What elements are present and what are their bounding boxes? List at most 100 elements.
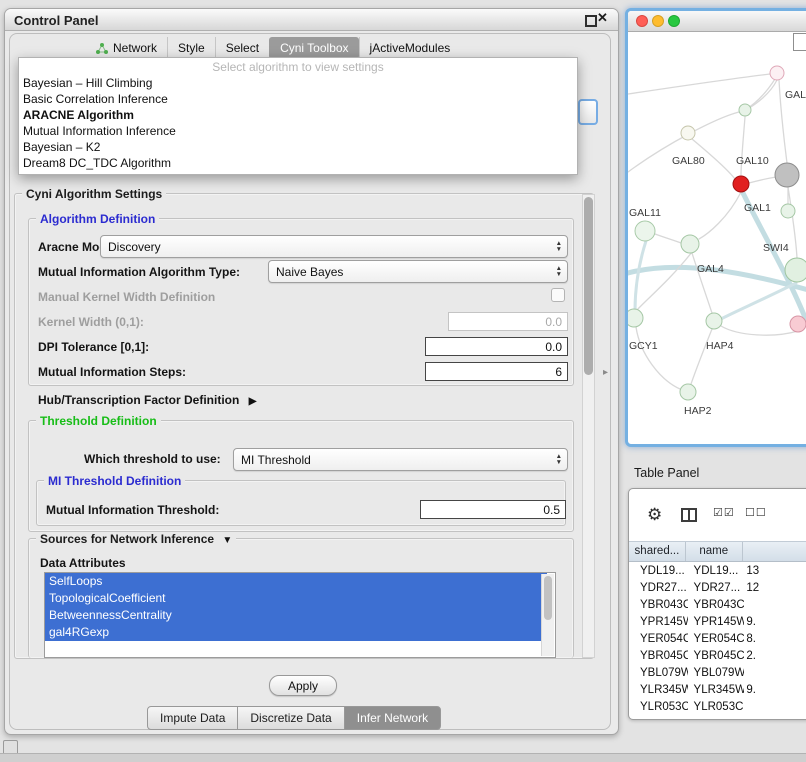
network-node[interactable] <box>775 163 799 187</box>
minimize-traffic-light[interactable] <box>652 15 664 27</box>
network-node[interactable] <box>706 313 722 329</box>
table-row[interactable]: YBR045CYBR045C2. <box>629 648 806 665</box>
network-edge[interactable] <box>637 252 692 310</box>
manual-kernel-label: Manual Kernel Width Definition <box>38 290 215 304</box>
network-edge[interactable] <box>699 192 741 239</box>
table-row[interactable]: YDR27...YDR27...12 <box>629 580 806 597</box>
network-edge[interactable] <box>788 187 797 258</box>
tab-network[interactable]: Network <box>86 37 167 59</box>
network-node[interactable] <box>770 66 784 80</box>
tab-infer-network[interactable]: Infer Network <box>344 706 441 730</box>
gear-icon[interactable]: ⚙ <box>647 505 662 525</box>
table-row[interactable]: YPR145WYPR145W9. <box>629 614 806 631</box>
table-row[interactable]: YLR345WYLR345W9. <box>629 682 806 699</box>
tab-jactivemodules[interactable]: jActiveModules <box>359 37 461 59</box>
algorithm-option[interactable]: Dream8 DC_TDC Algorithm <box>19 155 577 171</box>
mi-steps-field[interactable] <box>425 362 568 381</box>
overview-widget[interactable] <box>793 33 806 51</box>
network-edge[interactable] <box>636 327 680 389</box>
network-edge[interactable] <box>635 241 646 311</box>
tab-label: jActiveModules <box>370 41 451 55</box>
data-attributes-list[interactable]: SelfLoopsTopologicalCoefficientBetweenne… <box>44 572 556 658</box>
mi-threshold-group-title: MI Threshold Definition <box>44 474 185 488</box>
tab-select[interactable]: Select <box>215 37 269 59</box>
algorithm-option[interactable]: ARACNE Algorithm <box>19 107 577 123</box>
deselect-all-icon[interactable]: ☐☐ <box>745 506 767 519</box>
algorithm-popup-placeholder: Select algorithm to view settings <box>19 60 577 75</box>
splitter-collapse-icon[interactable]: ▸ <box>603 367 608 378</box>
network-edge[interactable] <box>749 177 776 183</box>
list-scrollbar[interactable] <box>541 574 554 656</box>
attribute-list-item[interactable]: SelfLoops <box>45 573 547 590</box>
algorithm-option[interactable]: Mutual Information Inference <box>19 123 577 139</box>
table-cell: YLR345W <box>629 682 688 699</box>
network-node[interactable] <box>785 258 806 282</box>
apply-button[interactable]: Apply <box>269 675 337 696</box>
mi-threshold-field[interactable] <box>420 500 566 519</box>
algorithm-popup: Select algorithm to view settings Bayesi… <box>18 57 578 175</box>
network-node[interactable] <box>681 126 695 140</box>
network-edge[interactable] <box>692 253 712 313</box>
table-cell: 13 <box>744 563 806 580</box>
zoom-traffic-light[interactable] <box>668 15 680 27</box>
show-columns-icon[interactable] <box>681 508 697 522</box>
table-row[interactable]: YLR053CYLR053C <box>629 699 806 716</box>
table-panel-window: ⚙ ☑☑ ☐☐ shared...name YDL19...YDL19...13… <box>628 488 806 720</box>
tab-impute-data[interactable]: Impute Data <box>147 706 238 730</box>
dpi-tolerance-field[interactable] <box>425 337 568 356</box>
algorithm-option[interactable]: Bayesian – Hill Climbing <box>19 75 577 91</box>
network-edge[interactable] <box>719 283 796 320</box>
column-header[interactable]: name <box>686 542 743 561</box>
hub-section-label[interactable]: Hub/Transcription Factor Definition ▶ <box>38 393 256 407</box>
network-node[interactable] <box>739 104 751 116</box>
network-node[interactable] <box>781 204 795 218</box>
which-threshold-select[interactable]: MI Threshold ▲▼ <box>233 448 568 471</box>
table-row[interactable]: YBR043CYBR043C <box>629 597 806 614</box>
column-header[interactable] <box>743 542 806 561</box>
close-traffic-light[interactable] <box>636 15 648 27</box>
network-edge[interactable] <box>691 329 712 384</box>
mi-type-select[interactable]: Naive Bayes ▲▼ <box>268 260 568 283</box>
float-window-icon[interactable] <box>585 15 597 27</box>
mi-steps-label: Mutual Information Steps: <box>38 365 186 379</box>
network-node[interactable] <box>635 221 655 241</box>
network-edge[interactable] <box>721 326 798 335</box>
table-cell: YBR045C <box>688 648 745 665</box>
node-label: SWI4 <box>763 242 789 254</box>
algorithm-select-stub[interactable] <box>578 99 598 125</box>
network-edge[interactable] <box>628 74 770 94</box>
tab-discretize-data[interactable]: Discretize Data <box>237 706 344 730</box>
attribute-list-item[interactable]: TopologicalCoefficient <box>45 590 547 607</box>
select-all-icon[interactable]: ☑☑ <box>713 506 735 519</box>
algorithm-option[interactable]: Bayesian – K2 <box>19 139 577 155</box>
network-node[interactable] <box>733 176 749 192</box>
table-row[interactable]: YDL19...YDL19...13 <box>629 563 806 580</box>
network-view-window[interactable]: GAL7GAL80GAL10GAL11GAL1SWI4GAL4GCY1HAP4H… <box>625 8 806 447</box>
table-row[interactable]: YBL079WYBL079W <box>629 665 806 682</box>
network-node[interactable] <box>790 316 806 332</box>
network-canvas[interactable]: GAL7GAL80GAL10GAL11GAL1SWI4GAL4GCY1HAP4H… <box>628 32 806 441</box>
manual-kernel-checkbox[interactable] <box>551 288 565 302</box>
network-node[interactable] <box>628 309 643 327</box>
algorithm-option[interactable]: Basic Correlation Inference <box>19 91 577 107</box>
table-row[interactable]: YER054CYER054C8. <box>629 631 806 648</box>
sources-section-title[interactable]: Sources for Network Inference ▼ <box>36 532 236 546</box>
kernel-width-field[interactable] <box>448 312 568 331</box>
table-cell: YBL079W <box>629 665 688 682</box>
network-node[interactable] <box>681 235 699 253</box>
close-icon[interactable]: ✕ <box>597 10 608 26</box>
network-edge[interactable] <box>655 234 681 243</box>
tab-cyni-toolbox[interactable]: Cyni Toolbox <box>269 37 358 59</box>
column-header[interactable]: shared... <box>629 542 686 561</box>
settings-scrollbar-thumb[interactable] <box>584 197 593 375</box>
network-window-titlebar[interactable] <box>628 11 806 32</box>
tab-style[interactable]: Style <box>167 37 215 59</box>
list-scrollbar-thumb[interactable] <box>544 576 552 620</box>
control-panel-title: Control Panel <box>14 13 99 28</box>
attribute-list-item[interactable]: BetweennessCentrality <box>45 607 547 624</box>
expand-right-icon[interactable]: ▶ <box>249 396 257 407</box>
network-node[interactable] <box>680 384 696 400</box>
attribute-list-item[interactable]: gal4RGexp <box>45 624 547 641</box>
collapse-down-icon[interactable]: ▼ <box>222 535 232 546</box>
aracne-mode-select[interactable]: Discovery ▲▼ <box>100 235 568 258</box>
